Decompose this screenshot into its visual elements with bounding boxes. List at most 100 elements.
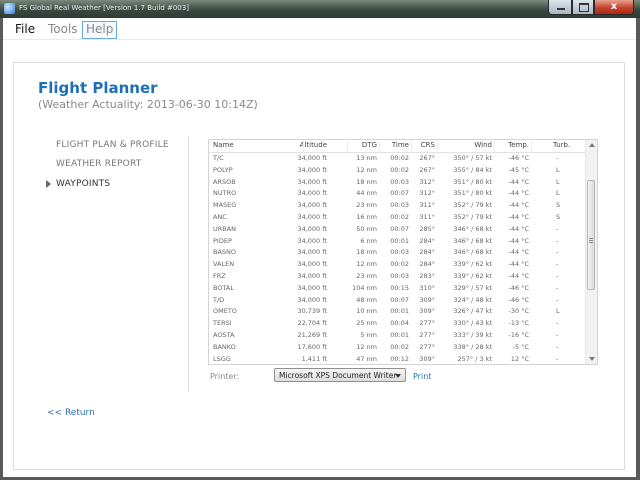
cell-wind: 339° / 62 kt	[453, 271, 492, 280]
table-row[interactable]: POLYP 34,000 ft 12 nm 00:02 267° 355° / 84 kt…	[209, 165, 585, 177]
cell-wind: 352° / 79 kt	[453, 212, 492, 221]
table-row[interactable]: BANKO 17,600 ft 12 nm 00:02 277° 338° / 28 kt…	[209, 342, 585, 354]
cell-turb: L	[556, 165, 560, 174]
scroll-up-icon[interactable]	[589, 143, 595, 147]
cell-turb: L	[556, 177, 560, 186]
column-header-wind[interactable]: Wind	[474, 141, 492, 149]
cell-name: ARSOB	[213, 177, 236, 186]
cell-crs: 267°	[419, 165, 435, 174]
cell-turb: -	[556, 260, 559, 269]
cell-altitude: 21,269 ft	[297, 330, 327, 339]
flight-planner-panel: Flight Planner (Weather Actuality: 2013-…	[13, 62, 625, 470]
cell-wind: 350° / 57 kt	[453, 154, 492, 162]
table-row[interactable]: ARSOB 34,000 ft 18 nm 00:03 312° 351° / 80 kt…	[209, 177, 585, 189]
cell-name: LSGG	[213, 354, 231, 363]
cell-dtg: 12 nm	[356, 165, 377, 174]
column-header-name[interactable]: Name	[213, 141, 234, 149]
cell-dtg: 25 nm	[356, 319, 377, 328]
column-divider	[347, 140, 348, 152]
cell-crs: 284°	[419, 248, 435, 257]
cell-altitude: 34,000 ft	[297, 189, 327, 198]
column-header-time[interactable]: Time	[392, 141, 409, 149]
cell-wind: 351° / 80 kt	[453, 189, 492, 198]
cell-wind: 338° / 28 kt	[453, 342, 492, 351]
table-row[interactable]: BASNO 34,000 ft 18 nm 00:03 284° 346° / 68 kt…	[209, 247, 585, 259]
print-link[interactable]: Print	[413, 372, 431, 381]
cell-turb: L	[556, 189, 560, 198]
cell-altitude: 34,000 ft	[297, 154, 327, 162]
cell-turb: L	[556, 307, 560, 316]
table-row[interactable]: TERSI 22,704 ft 25 nm 00:04 277° 330° / 43 kt…	[209, 318, 585, 330]
minimize-button[interactable]	[548, 0, 572, 15]
table-row[interactable]: VALEN 34,000 ft 12 nm 00:02 284° 339° / 62 kt…	[209, 259, 585, 271]
table-row[interactable]: BOTAL 34,000 ft 104 nm 00:15 310° 329° / 57 k…	[209, 283, 585, 295]
cell-turb: S	[556, 201, 561, 210]
table-row[interactable]: NUTRO 34,000 ft 44 nm 00:07 312° 351° / 80 kt…	[209, 188, 585, 200]
cell-dtg: 50 nm	[356, 224, 377, 233]
window-title: FS Global Real Weather [Version 1.7 Buil…	[19, 4, 189, 12]
cell-time: 00:04	[390, 319, 409, 328]
cell-time: 00:15	[390, 283, 409, 292]
cell-temp: -46 °C	[508, 154, 529, 162]
table-row[interactable]: MASEG 34,000 ft 23 nm 00:03 311° 352° / 79 kt…	[209, 200, 585, 212]
cell-altitude: 34,000 ft	[297, 295, 327, 304]
table-scrollbar[interactable]	[585, 140, 597, 364]
scroll-thumb[interactable]	[587, 180, 595, 290]
maximize-button[interactable]	[572, 0, 594, 15]
cell-dtg: 18 nm	[356, 248, 377, 257]
cell-temp: 12 °C	[510, 354, 529, 363]
cell-wind: 351° / 80 kt	[453, 177, 492, 186]
cell-turb: -	[556, 236, 559, 245]
cell-time: 00:02	[390, 154, 409, 162]
nav-weather-report[interactable]: WEATHER REPORT	[56, 159, 141, 169]
menu-tools[interactable]: Tools	[45, 21, 81, 37]
menu-help[interactable]: Help	[82, 21, 118, 39]
title-bar: FS Global Real Weather [Version 1.7 Buil…	[0, 0, 640, 18]
cell-dtg: 44 nm	[356, 189, 377, 198]
cell-wind: 346° / 68 kt	[453, 248, 492, 257]
cell-turb: -	[556, 154, 559, 162]
cell-altitude: 34,000 ft	[297, 236, 327, 245]
column-divider	[531, 140, 532, 152]
column-header-crs[interactable]: CRS	[421, 141, 435, 149]
cell-name: T/C	[213, 154, 224, 162]
page-title: Flight Planner	[38, 79, 158, 97]
return-link[interactable]: << Return	[47, 408, 95, 418]
cell-turb: -	[556, 224, 559, 233]
table-row[interactable]: T/D 34,000 ft 48 nm 00:07 309° 324° / 48 kt -4…	[209, 295, 585, 307]
table-row[interactable]: OMETO 30,739 ft 10 nm 00:01 309° 326° / 47 kt…	[209, 306, 585, 318]
table-row[interactable]: AOSTA 21,269 ft 5 nm 00:01 277° 333° / 39 kt -…	[209, 330, 585, 342]
nav-flight-plan-profile[interactable]: FLIGHT PLAN & PROFILE	[56, 140, 169, 150]
table-row[interactable]: T/C 34,000 ft 13 nm 00:02 267° 350° / 57 kt -4…	[209, 153, 585, 165]
cell-turb: -	[556, 271, 559, 280]
cell-wind: 352° / 79 kt	[453, 201, 492, 210]
column-header-dtg[interactable]: DTG	[362, 141, 377, 149]
cell-turb: -	[556, 283, 559, 292]
table-header: Name Altitude DTG Time CRS Wind Temp. Tu…	[209, 140, 585, 153]
cell-altitude: 34,000 ft	[297, 271, 327, 280]
cell-crs: 309°	[419, 307, 435, 316]
cell-altitude: 34,000 ft	[297, 260, 327, 269]
cell-crs: 284°	[419, 260, 435, 269]
cell-name: VALEN	[213, 260, 235, 269]
cell-name: MASEG	[213, 201, 237, 210]
cell-turb: -	[556, 342, 559, 351]
nav-waypoints[interactable]: WAYPOINTS	[56, 179, 110, 189]
app-icon	[4, 3, 15, 14]
close-icon: x	[610, 1, 618, 12]
table-row[interactable]: LSGG 1,411 ft 47 nm 00:12 309° 257° / 3 kt 12 …	[209, 354, 585, 364]
printer-select[interactable]: Microsoft XPS Document Writer	[274, 368, 406, 382]
menu-file[interactable]: File	[12, 21, 38, 37]
column-header-turb[interactable]: Turb.	[553, 141, 570, 149]
table-row[interactable]: PIDEP 34,000 ft 6 nm 00:01 284° 346° / 68 kt -…	[209, 236, 585, 248]
cell-temp: -44 °C	[508, 212, 529, 221]
close-button[interactable]: x	[594, 0, 634, 15]
scroll-down-icon[interactable]	[589, 357, 595, 361]
cell-time: 00:01	[390, 307, 409, 316]
column-header-temp[interactable]: Temp.	[508, 141, 529, 149]
table-row[interactable]: FRZ 34,000 ft 23 nm 00:03 283° 339° / 62 kt -4…	[209, 271, 585, 283]
cell-name: PIDEP	[213, 236, 232, 245]
cell-turb: -	[556, 295, 559, 304]
table-row[interactable]: URBAN 34,000 ft 50 nm 00:07 285° 346° / 68 kt…	[209, 224, 585, 236]
table-row[interactable]: ANC 34,000 ft 16 nm 00:02 311° 352° / 79 kt -4…	[209, 212, 585, 224]
